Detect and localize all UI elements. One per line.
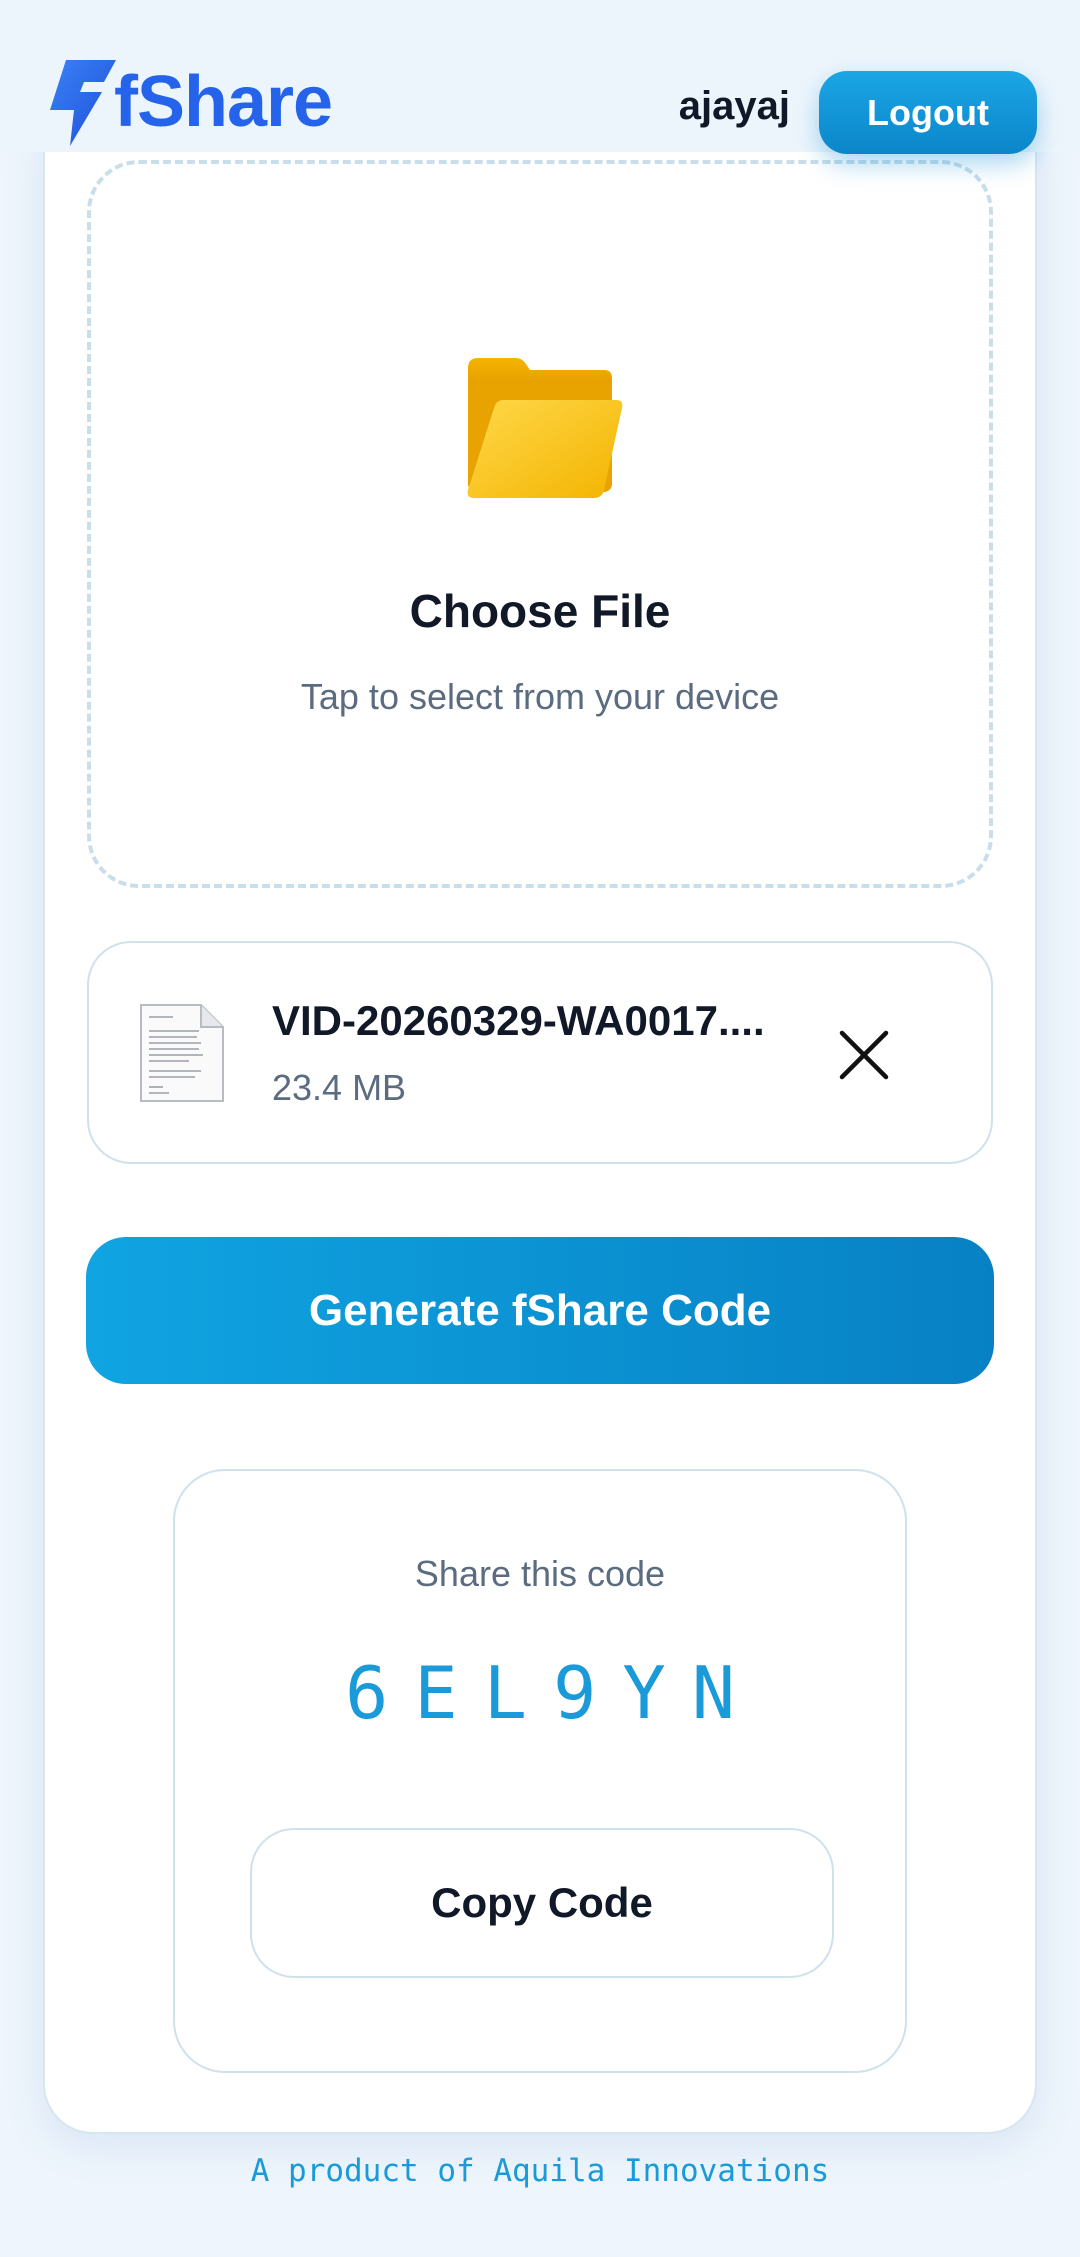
folder-icon	[467, 358, 623, 498]
bolt-logo-icon	[50, 60, 116, 146]
selected-file-row: VID-20260329-WA0017.... 23.4 MB	[87, 941, 993, 1164]
footer-credit: A product of Aquila Innovations	[250, 2153, 830, 2189]
file-dropzone[interactable]: Choose File Tap to select from your devi…	[87, 160, 993, 888]
logout-button[interactable]: Logout	[819, 71, 1037, 154]
choose-file-title: Choose File	[409, 585, 671, 637]
username-label: ajayaj	[678, 84, 790, 128]
copy-code-button[interactable]: Copy Code	[250, 1828, 834, 1978]
document-icon	[140, 1004, 224, 1102]
share-code-label: Share this code	[414, 1553, 666, 1594]
app-header: fShare ajayaj Logout	[0, 0, 1080, 154]
file-name: VID-20260329-WA0017....	[272, 997, 765, 1044]
file-size: 23.4 MB	[272, 1067, 407, 1108]
choose-file-subtitle: Tap to select from your device	[300, 676, 780, 717]
generate-code-button[interactable]: Generate fShare Code	[86, 1237, 994, 1384]
app-name: fShare	[114, 62, 333, 142]
share-code-panel: Share this code 6EL9YN Copy Code	[173, 1469, 907, 2073]
share-code-value: 6EL9YN	[344, 1651, 762, 1735]
app-logo[interactable]: fShare	[44, 56, 333, 148]
close-icon[interactable]	[834, 1025, 894, 1085]
